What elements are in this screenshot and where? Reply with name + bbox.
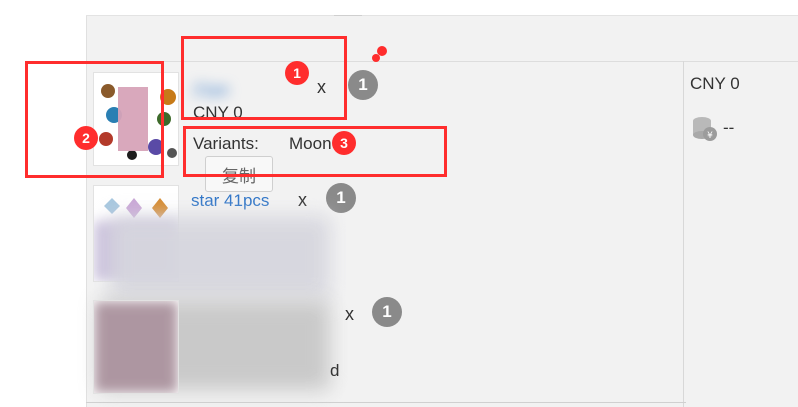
- quantity-value: 1: [358, 75, 368, 94]
- item-title-link[interactable]: star 41pcs: [191, 191, 269, 211]
- svg-text:¥: ¥: [707, 131, 713, 141]
- cost-value: --: [723, 118, 735, 137]
- cursor-marker-icon: [370, 44, 390, 66]
- quantity-badge: 1: [372, 297, 402, 327]
- total-price: CNY 0: [690, 74, 740, 93]
- annotation-box-thumbnail: [25, 61, 164, 178]
- coin-stack-icon: ¥: [690, 114, 720, 144]
- quantity-badge: 1: [348, 70, 378, 100]
- product-thumbnail[interactable]: [93, 300, 179, 394]
- blur-overlay: [110, 216, 330, 298]
- annotation-number: 2: [82, 130, 90, 146]
- quantity-badge: 1: [326, 183, 356, 213]
- annotation-number: 1: [293, 65, 301, 81]
- panel-top-border: [86, 15, 798, 16]
- annotation-marker: 1: [285, 61, 309, 85]
- column-divider: [683, 61, 684, 407]
- bottom-divider: [86, 402, 686, 403]
- quantity-times: x: [298, 190, 307, 210]
- quantity-times: x: [345, 304, 354, 324]
- annotation-box-title: [181, 36, 347, 120]
- quantity-value: 1: [336, 188, 346, 207]
- item-trailing-text: d: [330, 361, 340, 380]
- annotation-number: 3: [340, 135, 348, 151]
- annotation-box-variants: [183, 126, 447, 177]
- annotation-marker: 3: [332, 131, 356, 155]
- top-divider: [334, 15, 362, 16]
- product-image: [94, 301, 178, 393]
- quantity-value: 1: [382, 302, 392, 321]
- annotation-marker: 2: [74, 126, 98, 150]
